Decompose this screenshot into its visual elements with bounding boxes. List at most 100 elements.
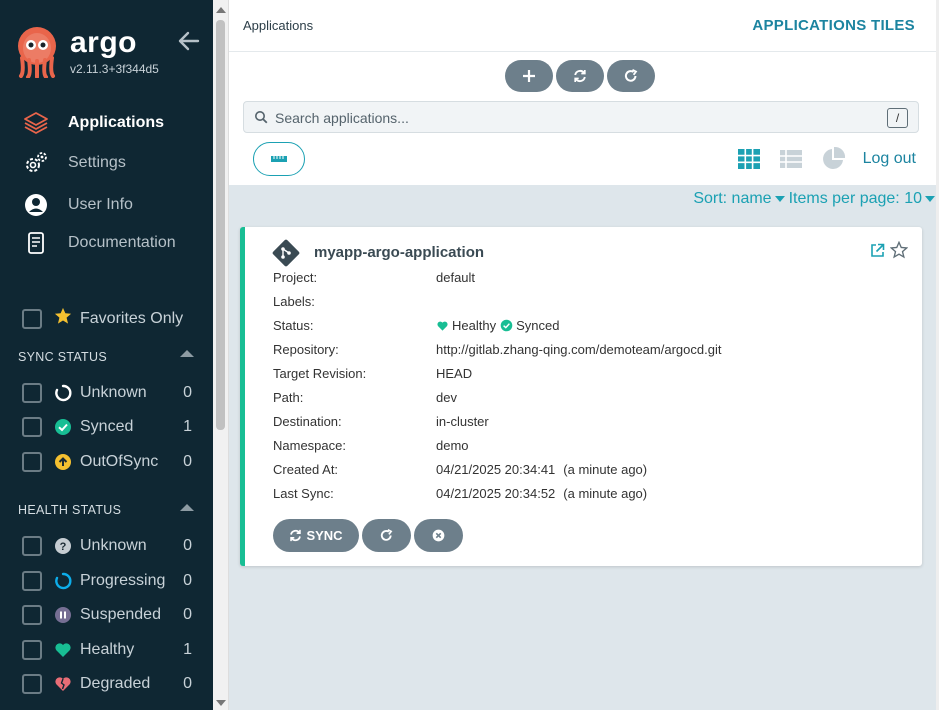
search-icon (255, 111, 268, 124)
field-key: Last Sync: (273, 486, 334, 501)
field-key: Labels: (273, 294, 315, 309)
sync-filter-outofsync[interactable]: OutOfSync 0 (22, 450, 192, 474)
checkbox[interactable] (22, 605, 42, 625)
star-icon (54, 307, 72, 330)
health-status-text: Healthy (452, 318, 497, 333)
application-tile[interactable]: myapp-argo-application Project: default … (240, 227, 922, 566)
field-project: Project: default (273, 270, 475, 285)
nav-label: User Info (68, 196, 133, 213)
search-bar[interactable]: / (243, 101, 919, 133)
relative-time: (a minute ago) (563, 462, 648, 477)
nav-settings[interactable]: Settings (22, 149, 202, 177)
sync-button-label: SYNC (306, 528, 343, 543)
nav-applications[interactable]: Applications (22, 109, 202, 137)
layers-icon (22, 109, 50, 137)
sidebar-scrollbar[interactable] (213, 0, 229, 710)
arrow-up-circle-icon (54, 453, 72, 471)
heart-broken-icon (54, 675, 72, 693)
sync-filter-synced[interactable]: Synced 1 (22, 415, 192, 439)
delete-button[interactable] (414, 519, 463, 552)
field-labels: Labels: (273, 294, 436, 309)
field-value: 04/21/2025 20:34:52 (a minute ago) (436, 486, 647, 501)
health-filter-suspended[interactable]: Suspended 0 (22, 603, 192, 627)
question-circle-icon: ? (54, 537, 72, 555)
list-view-button[interactable] (778, 147, 804, 171)
favorites-only-filter[interactable]: Favorites Only (22, 307, 183, 330)
scroll-down-arrow-icon[interactable] (216, 700, 226, 706)
favorites-label: Favorites Only (80, 309, 184, 327)
field-created-at: Created At: 04/21/2025 20:34:41 (a minut… (273, 462, 647, 477)
field-status: Status: Healthy Synced (273, 318, 559, 333)
checkbox[interactable] (22, 417, 42, 437)
health-filter-healthy[interactable]: Healthy 1 (22, 638, 192, 662)
filter-label: Degraded (80, 675, 151, 692)
sync-apps-button[interactable] (556, 60, 604, 92)
checkbox[interactable] (22, 383, 42, 403)
field-destination: Destination: in-cluster (273, 414, 489, 429)
app-version: v2.11.3+3f344d5 (70, 62, 159, 76)
health-status-collapse-toggle[interactable] (180, 504, 194, 511)
health-filter-degraded[interactable]: Degraded 0 (22, 672, 192, 696)
nav-user-info[interactable]: User Info (22, 191, 202, 219)
sync-button[interactable]: SYNC (273, 519, 359, 552)
field-repository: Repository: http://gitlab.zhang-qing.com… (273, 342, 721, 357)
redo-icon (624, 69, 638, 82)
sync-icon (574, 69, 586, 83)
checkbox[interactable] (22, 674, 42, 694)
checkbox[interactable] (22, 452, 42, 472)
sync-filter-unknown[interactable]: Unknown 0 (22, 381, 192, 405)
refresh-button[interactable] (362, 519, 411, 552)
tile-actions: SYNC (273, 519, 463, 552)
checkbox[interactable] (22, 571, 42, 591)
filters-toggle-button[interactable] (253, 142, 305, 176)
field-key: Target Revision: (273, 366, 367, 381)
brand: argo v2.11.3+3f344d5 (16, 24, 196, 84)
summary-view-button[interactable] (820, 146, 846, 171)
toolbar-buttons (505, 60, 655, 92)
field-value: http://gitlab.zhang-qing.com/demoteam/ar… (436, 342, 722, 357)
search-input[interactable] (275, 107, 875, 129)
checkbox[interactable] (22, 536, 42, 556)
keyboard-shortcut-badge: / (887, 108, 908, 128)
field-value: 04/21/2025 20:34:41 (a minute ago) (436, 462, 647, 477)
scroll-up-arrow-icon[interactable] (216, 7, 226, 13)
field-key: Project: (273, 270, 318, 285)
pie-chart-icon (823, 146, 846, 169)
items-per-page-dropdown[interactable]: Items per page: 10 (789, 190, 935, 208)
field-key: Namespace: (273, 438, 346, 453)
field-key: Destination: (273, 414, 342, 429)
field-value: default (436, 270, 476, 285)
field-last-sync: Last Sync: 04/21/2025 20:34:52 (a minute… (273, 486, 647, 501)
sync-status-collapse-toggle[interactable] (180, 350, 194, 357)
heart-icon (54, 641, 72, 659)
relative-time: (a minute ago) (563, 486, 648, 501)
new-app-button[interactable] (505, 60, 553, 92)
filter-label: Suspended (80, 606, 161, 623)
ruler-icon (271, 156, 287, 162)
external-link-icon[interactable] (870, 243, 885, 258)
filter-count: 0 (183, 384, 192, 401)
plus-icon (523, 70, 535, 82)
health-status-heading: HEALTH STATUS (18, 503, 122, 517)
star-outline-icon[interactable] (890, 241, 908, 259)
nav-documentation[interactable]: Documentation (22, 229, 202, 257)
svg-text:?: ? (60, 541, 67, 553)
caret-down-icon (774, 195, 785, 202)
checkbox[interactable] (22, 640, 42, 660)
sort-dropdown[interactable]: Sort: name (693, 190, 785, 208)
field-key: Created At: (273, 462, 339, 477)
filter-label: Synced (80, 418, 134, 435)
grid-icon (738, 149, 760, 169)
favorites-checkbox[interactable] (22, 308, 42, 329)
app-name[interactable]: myapp-argo-application (314, 244, 484, 261)
logout-link[interactable]: Log out (863, 150, 916, 168)
scrollbar-thumb[interactable] (216, 20, 225, 430)
breadcrumb[interactable]: Applications (243, 18, 313, 33)
health-filter-progressing[interactable]: Progressing 0 (22, 569, 192, 593)
health-filter-unknown[interactable]: ? Unknown 0 (22, 534, 192, 558)
tiles-view-button[interactable] (736, 147, 762, 171)
field-value: in-cluster (436, 414, 489, 429)
nav-label: Settings (68, 154, 126, 171)
collapse-sidebar-button[interactable] (176, 28, 202, 54)
refresh-apps-button[interactable] (607, 60, 655, 92)
